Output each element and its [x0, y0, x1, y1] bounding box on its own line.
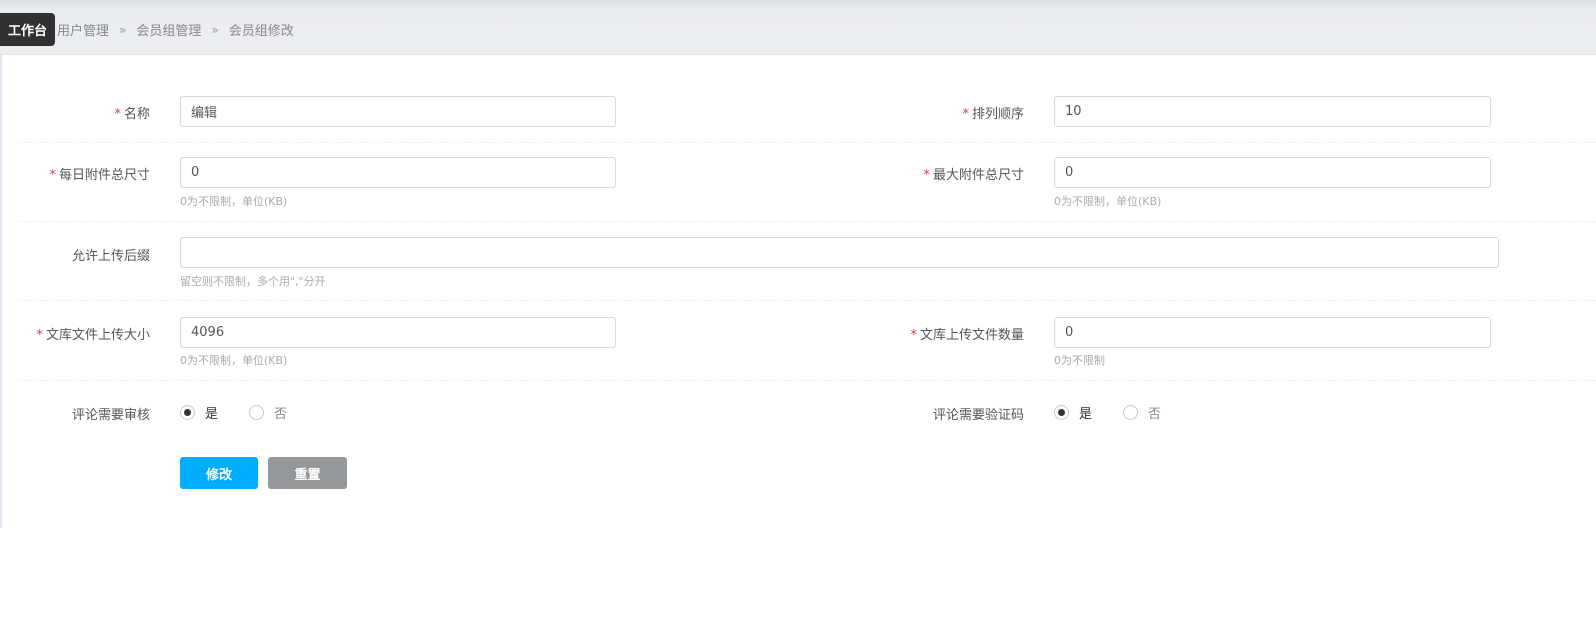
required-marker: * — [910, 328, 917, 343]
doc-upload-size-input[interactable] — [180, 317, 616, 348]
daily-attachment-size-input[interactable] — [180, 157, 616, 188]
row-divider — [20, 221, 1596, 222]
comment-review-no-radio[interactable]: 否 — [249, 403, 287, 422]
max-attachment-size-input[interactable] — [1054, 157, 1491, 188]
label-text: 文库文件上传大小 — [45, 328, 150, 343]
label-text: 排列顺序 — [971, 107, 1024, 122]
breadcrumb-separator: » — [119, 22, 127, 37]
doc-size-hint: 0为不限制，单位(KB) — [180, 354, 288, 367]
label-text: 每日附件总尺寸 — [58, 168, 150, 183]
daily-size-label: * 每日附件总尺寸 — [0, 164, 150, 183]
workbench-tooltip[interactable]: 工作台 — [0, 13, 55, 46]
required-marker: * — [923, 168, 930, 183]
name-input[interactable] — [180, 96, 616, 127]
sort-label: * 排列顺序 — [874, 103, 1024, 122]
comment-captcha-yes-radio[interactable]: 是 — [1054, 403, 1092, 422]
comment-review-label: 评论需要审核 — [71, 408, 150, 423]
radio-checked-icon[interactable] — [1054, 405, 1069, 420]
label-text: 最大附件总尺寸 — [932, 168, 1024, 183]
required-marker: * — [36, 328, 43, 343]
doc-count-label: * 文库上传文件数量 — [874, 324, 1024, 343]
daily-size-hint: 0为不限制，单位(KB) — [180, 195, 288, 208]
sort-order-input[interactable] — [1054, 96, 1491, 127]
suffix-label: 允许上传后缀 — [71, 249, 150, 264]
breadcrumb-member-group-management[interactable]: 会员组管理 — [136, 20, 201, 39]
name-label: * 名称 — [0, 103, 150, 122]
radio-label: 否 — [1148, 407, 1162, 422]
allowed-suffix-input[interactable] — [180, 237, 1499, 268]
breadcrumb-member-group-edit: 会员组修改 — [228, 24, 294, 39]
breadcrumb-bar: 用户管理 » 会员组管理 » 会员组修改 工作台 — [0, 0, 1596, 55]
required-marker: * — [114, 107, 121, 122]
radio-checked-icon[interactable] — [180, 405, 195, 420]
radio-label: 否 — [274, 407, 288, 422]
submit-button[interactable]: 修改 — [180, 457, 258, 489]
row-divider — [20, 380, 1596, 381]
radio-unchecked-icon[interactable] — [1123, 405, 1138, 420]
radio-label: 是 — [205, 407, 219, 422]
radio-label: 是 — [1079, 407, 1093, 422]
doc-upload-count-input[interactable] — [1054, 317, 1491, 348]
max-size-hint: 0为不限制，单位(KB) — [1054, 195, 1162, 208]
comment-review-yes-radio[interactable]: 是 — [180, 403, 218, 422]
radio-unchecked-icon[interactable] — [249, 405, 264, 420]
required-marker: * — [962, 107, 969, 122]
breadcrumb-user-management[interactable]: 用户管理 — [57, 20, 109, 39]
comment-captcha-label: 评论需要验证码 — [932, 408, 1024, 423]
label-text: 文库上传文件数量 — [919, 328, 1024, 343]
suffix-hint: 留空则不限制，多个用","分开 — [180, 275, 326, 288]
comment-captcha-no-radio[interactable]: 否 — [1123, 403, 1161, 422]
doc-count-hint: 0为不限制 — [1054, 354, 1105, 367]
row-divider — [20, 300, 1596, 301]
reset-button[interactable]: 重置 — [268, 457, 347, 489]
breadcrumb-separator: » — [211, 22, 219, 37]
breadcrumb: 用户管理 » 会员组管理 » 会员组修改 — [57, 20, 294, 40]
row-divider — [20, 142, 1596, 143]
doc-size-label: * 文库文件上传大小 — [0, 324, 150, 343]
required-marker: * — [49, 168, 56, 183]
max-size-label: * 最大附件总尺寸 — [874, 164, 1024, 183]
label-text: 名称 — [123, 107, 150, 122]
